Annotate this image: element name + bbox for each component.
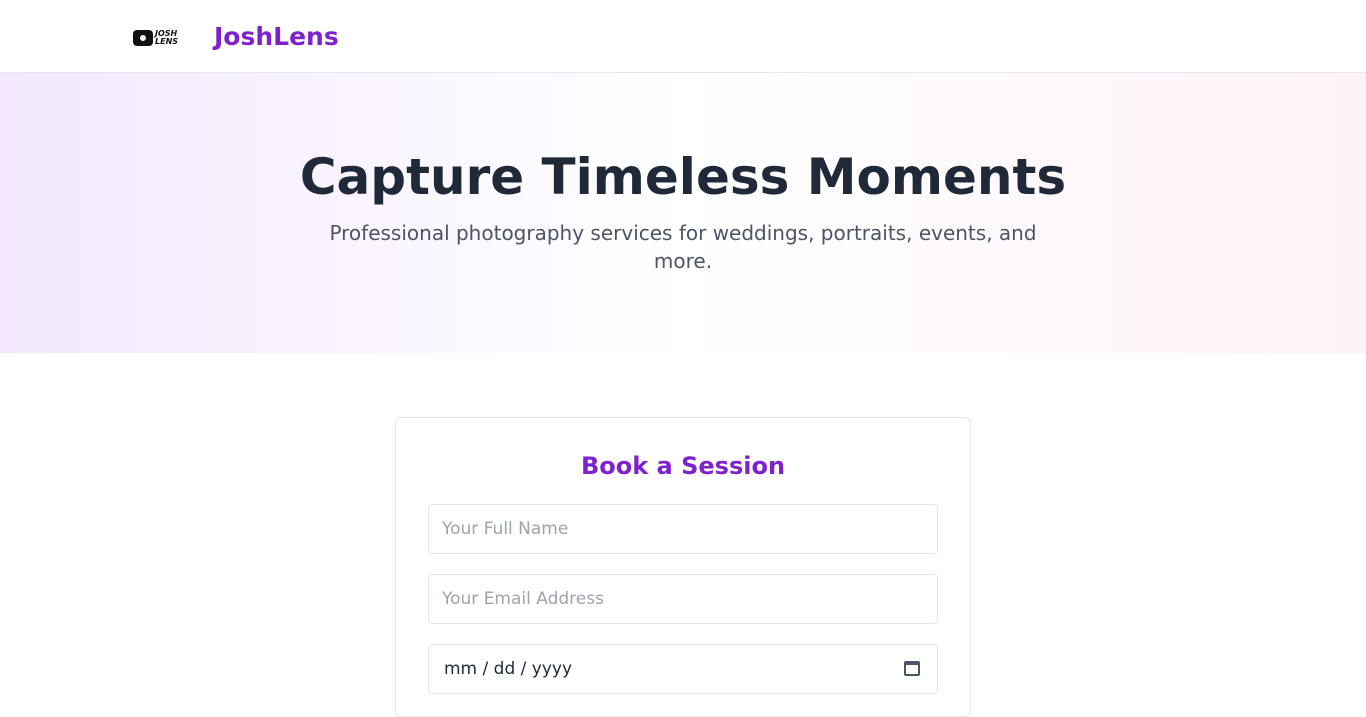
hero-subtitle: Professional photography services for we…: [329, 221, 1037, 273]
hero: Capture Timeless Moments Professional ph…: [0, 73, 1366, 353]
date-placeholder: mm / dd / yyyy: [444, 659, 573, 679]
logo-text: JOSH LENS: [155, 29, 179, 46]
booking-form: Book a Session Your Full Name Your Email…: [395, 417, 971, 717]
date-input[interactable]: mm / dd / yyyy: [428, 644, 938, 694]
full-name-input[interactable]: Your Full Name: [428, 504, 938, 554]
email-input[interactable]: Your Email Address: [428, 574, 938, 624]
camera-icon: [133, 30, 153, 46]
brand-name[interactable]: JoshLens: [214, 22, 339, 51]
booking-title: Book a Session: [580, 452, 786, 480]
logo[interactable]: JOSH LENS: [133, 20, 191, 52]
hero-title: Capture Timeless Moments: [299, 148, 1067, 206]
calendar-icon[interactable]: [904, 661, 920, 676]
site-header: JOSH LENS JoshLens: [0, 0, 1366, 73]
